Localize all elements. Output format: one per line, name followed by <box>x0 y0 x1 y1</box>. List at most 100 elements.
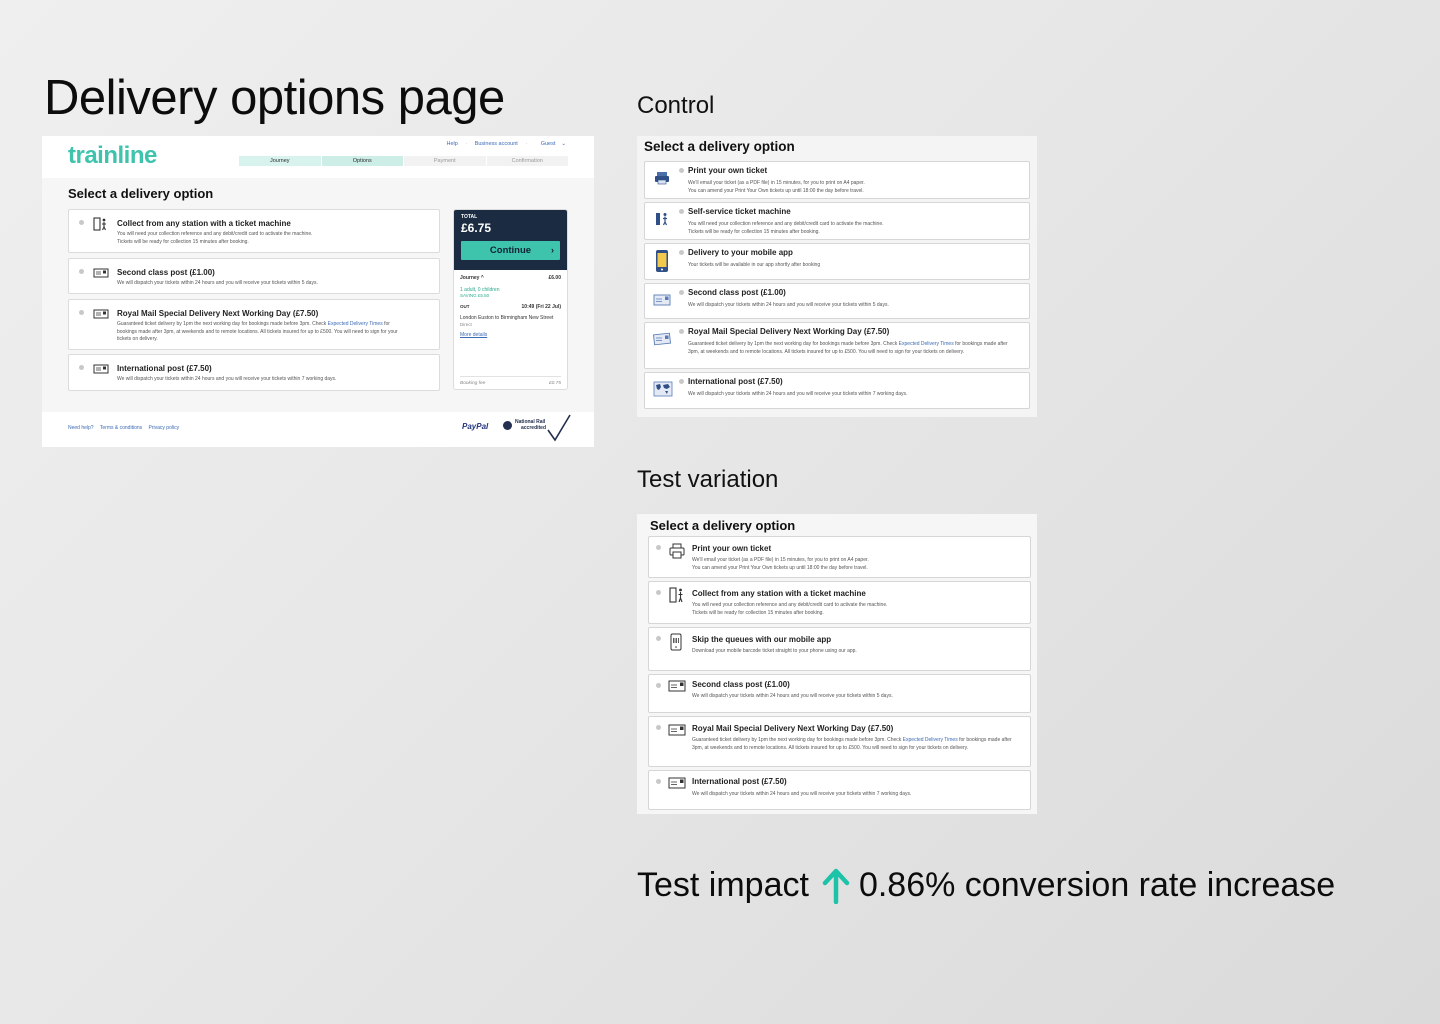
radio-button[interactable] <box>656 725 661 730</box>
need-help-link[interactable]: Need help? <box>68 425 94 431</box>
progress-steps: Journey Options Payment Confirmation <box>239 156 569 166</box>
route: London Euston to Birmingham New Street <box>460 315 554 321</box>
printer-icon <box>669 543 685 559</box>
option-royal-mail-special[interactable]: Royal Mail Special Delivery Next Working… <box>68 299 440 350</box>
radio-button[interactable] <box>79 365 84 370</box>
option-collect-station[interactable]: Collect from any station with a ticket m… <box>68 209 440 253</box>
option-title: Delivery to your mobile app <box>688 248 793 257</box>
option-title: Collect from any station with a ticket m… <box>117 219 291 228</box>
control-option-international[interactable]: International post (£7.50) We will dispa… <box>644 372 1030 409</box>
option-title: Royal Mail Special Delivery Next Working… <box>688 327 890 336</box>
option-title: Collect from any station with a ticket m… <box>692 589 866 598</box>
booking-fee-label: Booking fee <box>460 381 486 386</box>
option-desc: Download your mobile barcode ticket stra… <box>692 648 857 654</box>
option-desc-line: You will need your collection reference … <box>117 231 313 237</box>
help-link[interactable]: Help <box>446 141 457 147</box>
national-rail-logo: National Rail accredited <box>502 414 572 442</box>
variation-option-royal-mail[interactable]: Royal Mail Special Delivery Next Working… <box>648 716 1031 767</box>
envelope-icon <box>93 268 109 278</box>
option-desc-line: You will need your collection reference … <box>688 221 884 227</box>
paypal-logo: PayPal <box>462 422 489 431</box>
variation-panel: Select a delivery option Print your own … <box>637 514 1037 814</box>
impact-prefix: Test impact <box>637 866 809 904</box>
business-account-link[interactable]: Business account <box>475 141 518 147</box>
journey-toggle[interactable]: Journey ^ <box>460 275 484 281</box>
privacy-link[interactable]: Privacy policy <box>149 425 180 431</box>
top-links: Help · Business account · Guest ⌄ <box>440 141 566 147</box>
option-desc-line: You will need your collection reference … <box>692 602 888 608</box>
option-desc-line: Tickets will be ready for collection 15 … <box>117 238 249 245</box>
separator-dot: · <box>525 141 528 147</box>
variation-heading: Select a delivery option <box>650 518 796 533</box>
envelope-icon <box>668 724 686 736</box>
guest-menu[interactable]: Guest ⌄ <box>535 141 566 147</box>
continue-button[interactable]: Continue › <box>461 241 560 260</box>
option-desc-line: Tickets will be ready for collection 15 … <box>692 610 824 616</box>
radio-button[interactable] <box>679 209 684 214</box>
option-desc: Guaranteed ticket delivery by 1pm the ne… <box>692 736 1022 752</box>
radio-button[interactable] <box>79 220 84 225</box>
option-title: Print your own ticket <box>692 544 772 553</box>
option-desc: We will dispatch your tickets within 24 … <box>117 376 337 382</box>
radio-button[interactable] <box>679 290 684 295</box>
option-title: Second class post (£1.00) <box>688 288 786 297</box>
radio-button[interactable] <box>679 329 684 334</box>
control-option-print[interactable]: Print your own ticket We'll email your t… <box>644 161 1030 199</box>
option-desc-text: Guaranteed ticket delivery by 1pm the ne… <box>692 737 903 743</box>
radio-button[interactable] <box>79 310 84 315</box>
checkmark-icon <box>547 414 571 442</box>
radio-button[interactable] <box>656 683 661 688</box>
printer-icon <box>655 172 669 185</box>
ticket-machine-icon <box>669 587 683 603</box>
variation-option-collect[interactable]: Collect from any station with a ticket m… <box>648 581 1031 624</box>
radio-button[interactable] <box>679 379 684 384</box>
variation-option-second-class[interactable]: Second class post (£1.00) We will dispat… <box>648 674 1031 713</box>
footer-links: Need help? Terms & conditions Privacy po… <box>68 425 184 431</box>
option-desc: You will need your collection reference … <box>692 601 1022 617</box>
envelope-icon <box>93 364 109 374</box>
step-options: Options <box>321 156 403 166</box>
terms-link[interactable]: Terms & conditions <box>100 425 142 431</box>
booking-fee-row: Booking fee £0.75 <box>460 376 561 386</box>
control-option-self-service[interactable]: Self-service ticket machine You will nee… <box>644 202 1030 240</box>
control-option-second-class[interactable]: Second class post (£1.00) We will dispat… <box>644 283 1030 319</box>
variation-option-print[interactable]: Print your own ticket We'll email your t… <box>648 536 1031 578</box>
mobile-barcode-icon <box>670 633 682 651</box>
variation-option-international[interactable]: International post (£7.50) We will dispa… <box>648 770 1031 810</box>
expected-delivery-times-link[interactable]: Expected Delivery Times <box>328 321 383 327</box>
option-international-post[interactable]: International post (£7.50) We will dispa… <box>68 354 440 391</box>
option-desc: Guaranteed ticket delivery by 1pm the ne… <box>117 321 409 344</box>
option-title: Second class post (£1.00) <box>117 268 215 277</box>
impact-value: 0.86% conversion rate increase <box>858 866 1336 904</box>
step-payment: Payment <box>404 156 486 166</box>
option-title: Second class post (£1.00) <box>692 680 790 689</box>
expected-delivery-times-link[interactable]: Expected Delivery Times <box>903 737 958 743</box>
envelope-icon <box>668 680 686 692</box>
radio-button[interactable] <box>656 779 661 784</box>
radio-button[interactable] <box>679 168 684 173</box>
radio-button[interactable] <box>79 269 84 274</box>
radio-button[interactable] <box>656 636 661 641</box>
radio-button[interactable] <box>656 545 661 550</box>
option-second-class-post[interactable]: Second class post (£1.00) We will dispat… <box>68 258 440 294</box>
expected-delivery-times-link[interactable]: Expected Delivery Times <box>899 341 954 347</box>
option-title: International post (£7.50) <box>688 377 783 386</box>
radio-button[interactable] <box>679 250 684 255</box>
option-desc-line: You can amend your Print Your Own ticket… <box>688 188 864 194</box>
control-label: Control <box>637 92 715 119</box>
radio-button[interactable] <box>656 590 661 595</box>
variation-option-mobile-app[interactable]: Skip the queues with our mobile app Down… <box>648 627 1031 671</box>
national-rail-icon <box>503 421 512 430</box>
more-details-link[interactable]: More details <box>460 332 561 338</box>
option-desc-text: Guaranteed ticket delivery by 1pm the ne… <box>688 341 899 347</box>
option-desc: Your tickets will be available in our ap… <box>688 262 821 268</box>
mobile-phone-icon <box>656 250 668 272</box>
envelope-icon <box>668 777 686 789</box>
direct-label: Direct <box>460 322 472 327</box>
control-option-royal-mail[interactable]: Royal Mail Special Delivery Next Working… <box>644 322 1030 369</box>
variation-label: Test variation <box>637 466 779 493</box>
trainline-logo[interactable]: trainline <box>68 142 157 170</box>
section-heading: Select a delivery option <box>68 186 214 201</box>
control-heading: Select a delivery option <box>644 139 795 154</box>
control-option-mobile-app[interactable]: Delivery to your mobile app Your tickets… <box>644 243 1030 280</box>
